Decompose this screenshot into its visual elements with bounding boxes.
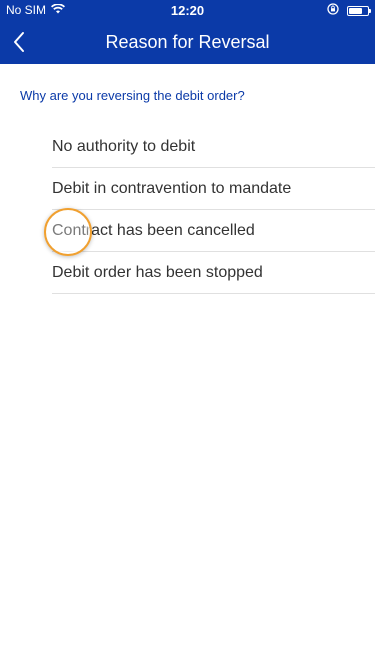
page-title: Reason for Reversal xyxy=(105,32,270,52)
reason-option-contravention[interactable]: Debit in contravention to mandate xyxy=(52,168,375,210)
question-label: Why are you reversing the debit order? xyxy=(20,88,245,103)
status-bar: No SIM 12:20 xyxy=(0,0,375,20)
screen: No SIM 12:20 Reason for Reversal Why are… xyxy=(0,0,375,667)
battery-fill xyxy=(349,7,362,14)
status-right xyxy=(327,3,371,18)
reason-option-no-authority[interactable]: No authority to debit xyxy=(52,126,375,168)
header: No SIM 12:20 Reason for Reversal xyxy=(0,0,375,64)
reason-option-contract-cancelled[interactable]: Contract has been cancelled xyxy=(52,210,375,252)
battery-icon xyxy=(347,5,371,16)
orientation-lock-icon xyxy=(327,3,339,18)
reason-list: No authority to debit Debit in contraven… xyxy=(52,126,375,294)
reason-option-debit-stopped[interactable]: Debit order has been stopped xyxy=(52,252,375,294)
status-time: 12:20 xyxy=(170,3,205,18)
nav-bar: Reason for Reversal xyxy=(0,20,375,64)
